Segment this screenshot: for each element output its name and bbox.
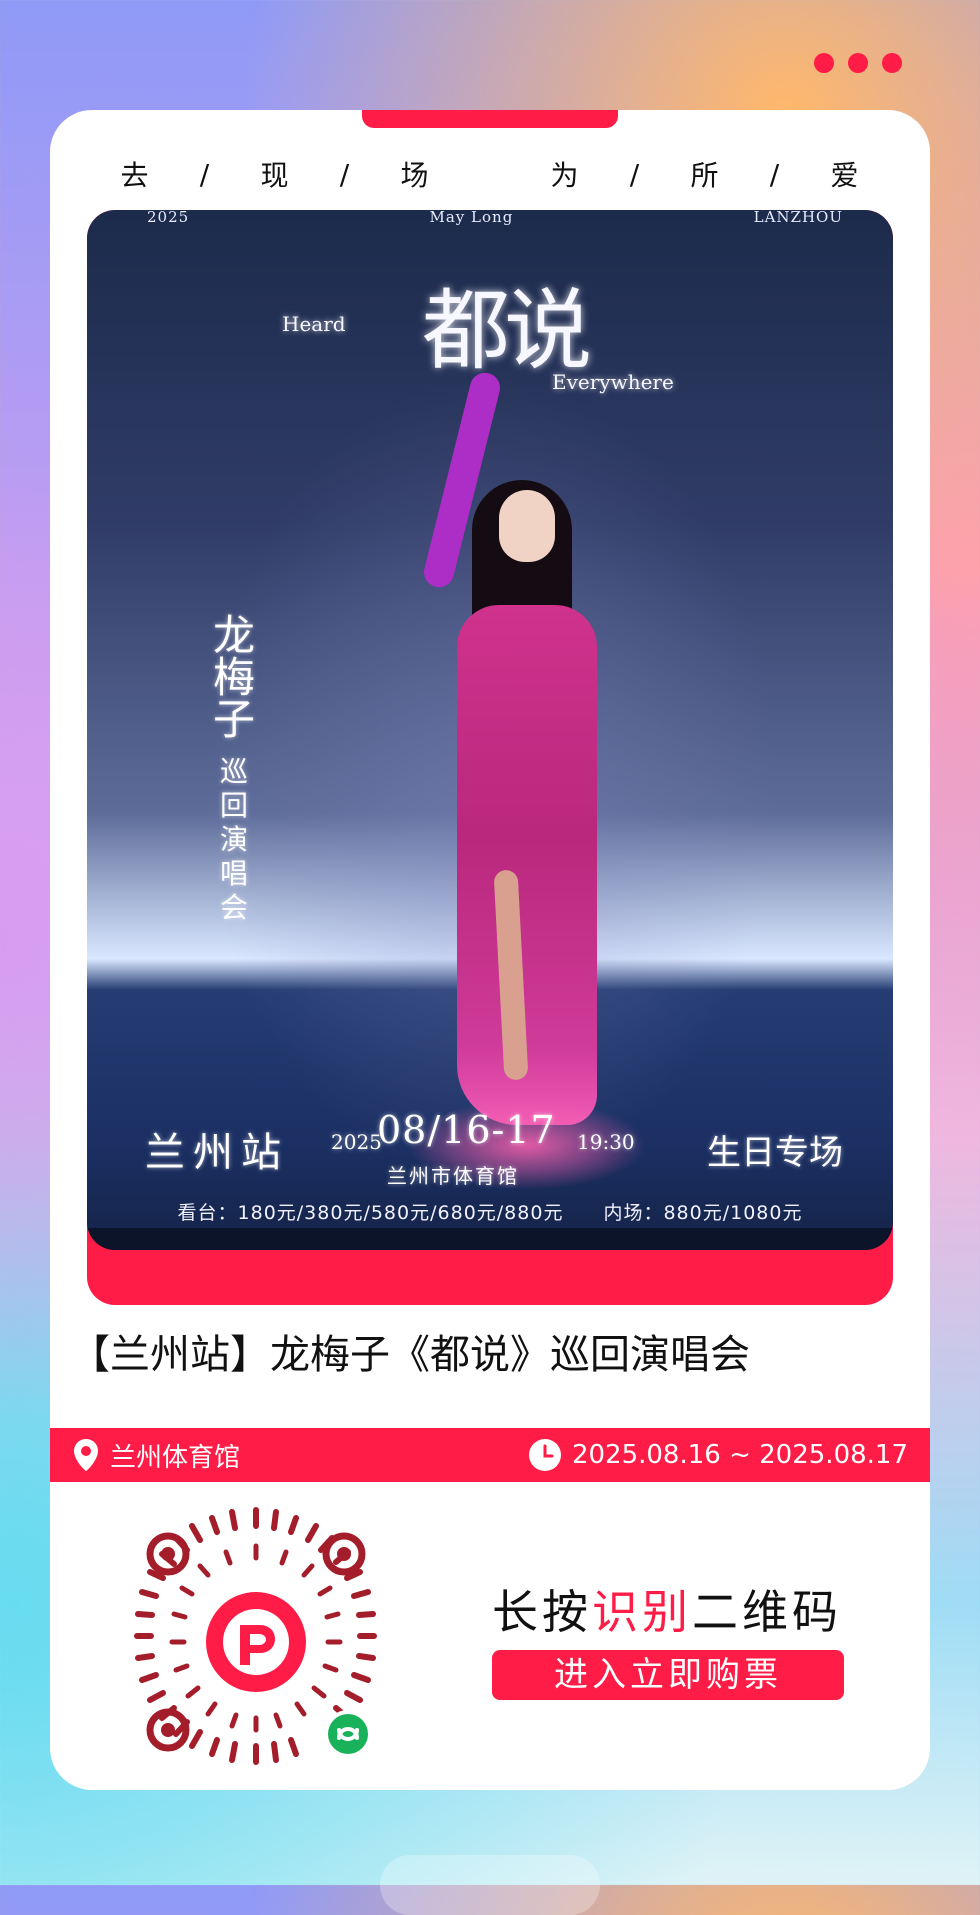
poster-header-row: 2025 May Long LANZHOU	[87, 210, 893, 230]
slogan: 去 / 现 / 场 为 / 所 / 爱	[50, 150, 930, 198]
event-location-text: 兰州体育馆	[110, 1442, 241, 1473]
slogan-separator: /	[769, 157, 781, 191]
artist-figure	[407, 369, 647, 1190]
slogan-word: 所	[690, 159, 720, 192]
menu-dots-button[interactable]	[814, 53, 902, 73]
poster-logo-en-left: Heard	[282, 312, 346, 336]
slogan-separator: /	[199, 157, 211, 191]
poster-tour-name: 巡回演唱会	[219, 755, 248, 924]
footer-fade	[380, 1855, 600, 1915]
event-title: 【兰州站】龙梅子《都说》巡回演唱会	[70, 1332, 750, 1378]
event-date-text: 2025.08.16 ~ 2025.08.17	[571, 1440, 908, 1470]
qr-instruction-prefix: 长按	[492, 1585, 592, 1639]
event-date: 2025.08.16 ~ 2025.08.17	[528, 1438, 908, 1472]
artist-dress	[457, 605, 597, 1125]
poster-venue: 兰州市体育馆	[387, 1164, 519, 1188]
poster-date: 08/16-17	[377, 1108, 556, 1152]
poster-artist-name: 龙梅子	[212, 611, 255, 744]
buy-ticket-button[interactable]: 进入立即购票	[492, 1650, 844, 1700]
location-pin-icon	[72, 1438, 100, 1472]
qr-code[interactable]	[116, 1502, 396, 1782]
event-info-bar: 兰州体育馆 2025.08.16 ~ 2025.08.17	[50, 1428, 930, 1482]
qr-area: 长按识别二维码 进入立即购票	[50, 1492, 930, 1790]
qr-instruction-line: 长按识别二维码	[492, 1584, 852, 1640]
qr-instructions: 长按识别二维码 进入立即购票	[492, 1584, 852, 1700]
poster-year-top: 2025	[147, 210, 190, 226]
poster-special: 生日专场	[707, 1133, 843, 1173]
qr-code-svg	[134, 1507, 377, 1765]
slogan-word: 爱	[830, 159, 860, 192]
top-tab-decoration	[362, 110, 618, 128]
event-location: 兰州体育馆	[72, 1437, 240, 1474]
menu-dot-icon	[814, 53, 834, 73]
poster-logo-cn: 都说	[422, 279, 592, 382]
poster-city: 兰州站	[145, 1130, 289, 1176]
slogan-word: 为	[550, 159, 580, 192]
poster-artist-en: May Long	[429, 210, 514, 226]
footer-area	[0, 1789, 980, 1915]
clock-icon	[528, 1438, 562, 1472]
poster-logo-en-right: Everywhere	[552, 370, 674, 394]
event-card: 去 / 现 / 场 为 / 所 / 爱 2025 May Long LANZHO…	[50, 110, 930, 1790]
menu-dot-icon	[882, 53, 902, 73]
concert-poster[interactable]: 2025 May Long LANZHOU Heard 都说 Everywher…	[87, 210, 893, 1250]
slogan-word: 场	[400, 159, 430, 192]
poster-sponsor-strip	[87, 1228, 893, 1250]
slogan-separator: /	[339, 157, 351, 191]
menu-dot-icon	[848, 53, 868, 73]
qr-instruction-suffix: 二维码	[692, 1585, 842, 1639]
poster-frame: 2025 May Long LANZHOU Heard 都说 Everywher…	[87, 210, 893, 1305]
poster-city-en: LANZHOU	[753, 210, 843, 226]
slogan-word: 去	[120, 159, 150, 192]
poster-logo: Heard 都说 Everywhere	[282, 250, 674, 400]
poster-year: 2025	[331, 1130, 382, 1154]
poster-prices: 看台：180元/380元/580元/680元/880元 内场：880元/1080…	[177, 1202, 803, 1224]
slogan-word: 现	[260, 159, 290, 192]
artist-face	[499, 490, 555, 562]
slogan-separator: /	[629, 157, 641, 191]
poster-vertical-title: 龙梅子 巡回演唱会	[207, 615, 261, 925]
poster-time: 19:30	[577, 1130, 635, 1154]
qr-instruction-highlight: 识别	[592, 1585, 692, 1639]
